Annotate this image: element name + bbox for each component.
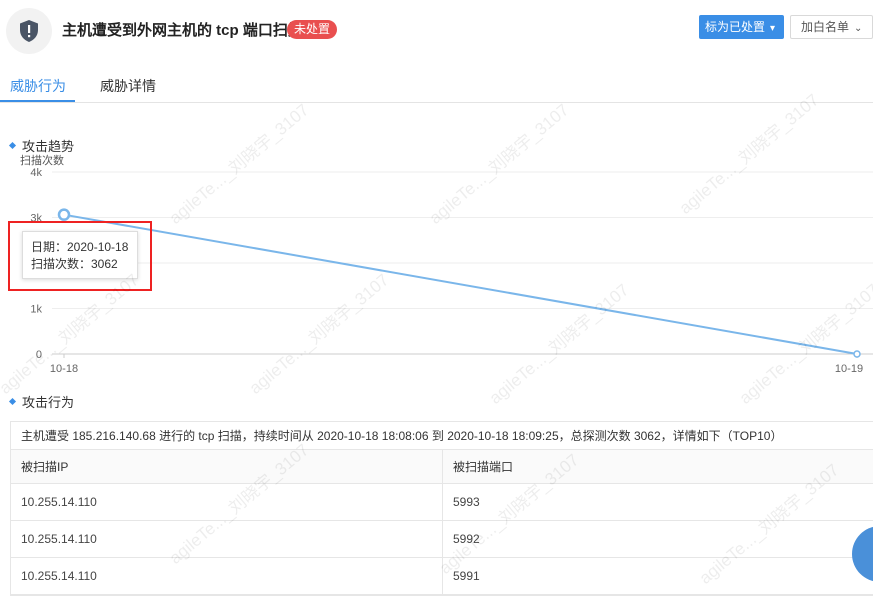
y-tick-label: 1k [30, 304, 42, 316]
status-badge: 未处置 [287, 20, 338, 39]
behavior-title-text: 攻击行为 [22, 395, 75, 410]
x-tick-label: 10-18 [50, 363, 78, 375]
y-tick-label: 4k [30, 167, 42, 179]
section-bullet-icon [8, 142, 17, 150]
series-line [63, 213, 858, 355]
active-tab-indicator [0, 100, 75, 102]
tab-threat-details[interactable]: 威胁详情 [100, 76, 156, 96]
tooltip-date: 日期：2020-10-18 [31, 240, 129, 254]
data-point [853, 350, 861, 358]
tab-threat-behavior[interactable]: 威胁行为 [10, 76, 66, 96]
chart-tooltip: 日期：2020-10-18 扫描次数：3062 [22, 231, 138, 279]
cell-port: 5991 [453, 569, 480, 583]
mark-handled-label: 标为已处置 [705, 20, 766, 34]
mark-handled-button[interactable]: 标为已处置 ▾ [699, 15, 784, 39]
cell-ip: 10.255.14.110 [11, 558, 443, 594]
cell-ip: 10.255.14.110 [11, 521, 443, 557]
tooltip-count: 扫描次数：3062 [31, 257, 118, 271]
column-header-port: 被扫描端口 [453, 460, 514, 474]
behavior-section-title: 攻击行为 [8, 392, 75, 411]
scan-summary: 主机遭受 185.216.140.68 进行的 tcp 扫描，持续时间从 202… [11, 422, 873, 450]
y-tick-label: 0 [36, 349, 42, 361]
alert-title: 主机遭受到外网主机的 tcp 端口扫描 [62, 22, 303, 39]
shield-icon [6, 8, 52, 54]
data-point [57, 208, 71, 221]
chevron-down-icon: ⌄ [854, 23, 863, 34]
cell-port: 5993 [453, 495, 480, 509]
scan-table: 主机遭受 185.216.140.68 进行的 tcp 扫描，持续时间从 202… [10, 421, 873, 596]
whitelist-button[interactable]: 加白名单 ⌄ [790, 15, 873, 39]
tab-bar: 威胁行为 威胁详情 [0, 66, 873, 103]
chevron-down-icon: ▾ [770, 23, 776, 34]
table-row: 10.255.14.110 5991 [11, 558, 873, 595]
cell-ip: 10.255.14.110 [11, 484, 443, 520]
whitelist-label: 加白名单 [801, 20, 850, 34]
table-row: 10.255.14.110 5993 [11, 484, 873, 521]
section-bullet-icon [8, 398, 17, 406]
alert-header: 主机遭受到外网主机的 tcp 端口扫描 未处置 标为已处置 ▾ 加白名单 ⌄ [0, 0, 873, 60]
x-tick-label: 10-19 [835, 363, 863, 375]
cell-port: 5992 [453, 532, 480, 546]
column-header-ip: 被扫描IP [11, 450, 443, 483]
table-header: 被扫描IP 被扫描端口 [11, 450, 873, 484]
table-row: 10.255.14.110 5992 [11, 521, 873, 558]
